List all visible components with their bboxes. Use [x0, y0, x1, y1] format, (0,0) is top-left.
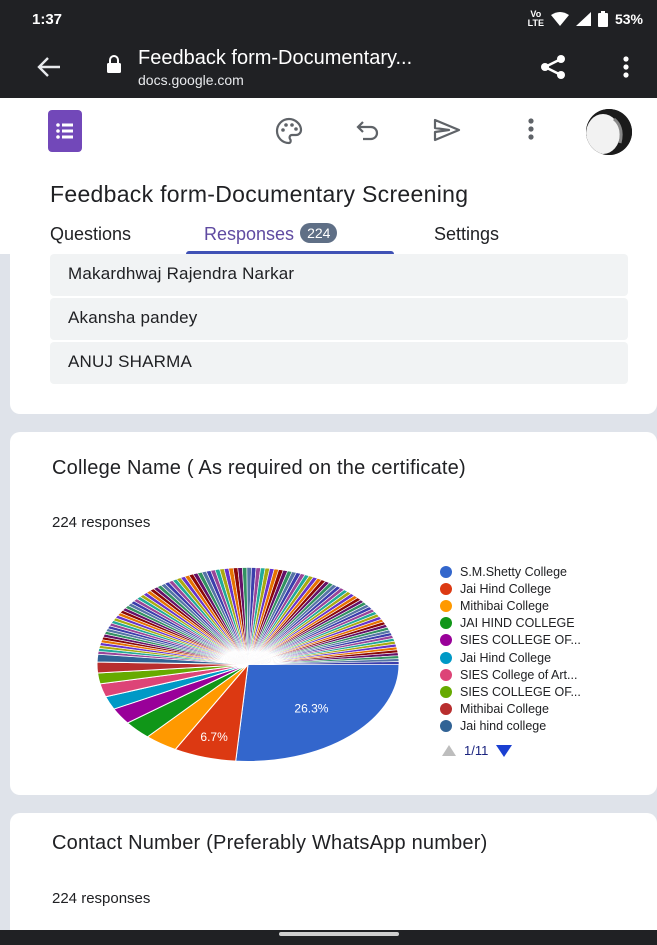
- legend-item: Jai Hind College: [440, 649, 581, 666]
- legend-swatch: [440, 617, 452, 630]
- legend-item: S.M.Shetty College: [440, 563, 581, 580]
- back-arrow-icon[interactable]: [36, 55, 62, 79]
- legend-swatch: [440, 634, 452, 647]
- send-icon[interactable]: [432, 116, 462, 144]
- google-forms-logo-icon[interactable]: [48, 110, 82, 152]
- legend-label: SIES COLLEGE OF...: [460, 633, 581, 648]
- undo-icon[interactable]: [354, 116, 382, 144]
- response-text: Akansha pandey: [68, 308, 198, 327]
- response-count: 224 responses: [52, 514, 151, 531]
- question-title: Contact Number (Preferably WhatsApp numb…: [52, 832, 488, 854]
- tab-settings[interactable]: Settings: [434, 224, 499, 245]
- battery-icon: [597, 11, 608, 27]
- legend-swatch: [440, 720, 452, 733]
- battery-level: 53%: [614, 11, 643, 27]
- more-vert-icon[interactable]: [622, 55, 630, 79]
- contact-number-card: Contact Number (Preferably WhatsApp numb…: [10, 813, 657, 930]
- response-row: Makardhwaj Rajendra Narkar: [50, 254, 628, 296]
- browser-page-title[interactable]: Feedback form-Documentary...: [138, 47, 412, 70]
- signal-icon: [575, 12, 591, 26]
- legend-label: JAI HIND COLLEGE: [460, 616, 575, 631]
- pie-data-label: 6.7%: [200, 730, 228, 744]
- legend-item: JAI HIND COLLEGE: [440, 615, 581, 632]
- form-title: Feedback form-Documentary Screening: [50, 181, 469, 207]
- legend-item: Jai hind college: [440, 718, 581, 735]
- legend-label: Jai Hind College: [460, 650, 552, 665]
- previous-page-icon[interactable]: [442, 745, 456, 756]
- response-count: 224 responses: [52, 890, 151, 907]
- palette-icon[interactable]: [274, 116, 304, 146]
- college-name-card: College Name ( As required on the certif…: [10, 432, 657, 795]
- legend-page-indicator: 1/11: [464, 743, 489, 758]
- legend-item: SIES COLLEGE OF...: [440, 632, 581, 649]
- legend-item: SIES College of Art...: [440, 666, 581, 683]
- status-icons: Vo LTE 53%: [528, 10, 643, 28]
- lock-icon: [107, 55, 121, 73]
- legend-label: SIES COLLEGE OF...: [460, 684, 581, 699]
- question-title: College Name ( As required on the certif…: [52, 457, 466, 479]
- response-text: Makardhwaj Rajendra Narkar: [68, 264, 295, 283]
- response-row: Akansha pandey: [50, 298, 628, 340]
- legend-pager: 1/11: [442, 743, 513, 758]
- legend-item: Mithibai College: [440, 701, 581, 718]
- legend-item: SIES COLLEGE OF...: [440, 683, 581, 700]
- system-nav-bar: [0, 930, 657, 945]
- response-row: ANUJ SHARMA: [50, 342, 628, 384]
- legend-item: Mithibai College: [440, 597, 581, 614]
- chart-legend: S.M.Shetty College Jai Hind College Mithib…: [440, 563, 581, 735]
- more-vert-toolbar-icon[interactable]: [527, 116, 535, 142]
- legend-label: S.M.Shetty College: [460, 564, 567, 579]
- tab-questions[interactable]: Questions: [50, 224, 131, 245]
- legend-label: Jai Hind College: [460, 581, 552, 596]
- legend-label: Jai hind college: [460, 719, 547, 734]
- tab-bar: Questions Responses 224 Settings: [0, 214, 657, 255]
- responses-content[interactable]: Makardhwaj Rajendra Narkar Akansha pande…: [0, 254, 657, 930]
- legend-swatch: [440, 703, 452, 716]
- legend-swatch: [440, 565, 452, 578]
- status-bar: 1:37 Vo LTE 53%: [0, 0, 657, 40]
- status-time: 1:37: [32, 11, 63, 28]
- legend-item: Jai Hind College: [440, 580, 581, 597]
- legend-swatch: [440, 668, 452, 681]
- names-card: Makardhwaj Rajendra Narkar Akansha pande…: [10, 254, 657, 414]
- legend-label: Mithibai College: [460, 702, 549, 717]
- browser-domain[interactable]: docs.google.com: [138, 72, 244, 88]
- avatar[interactable]: [586, 109, 632, 155]
- legend-label: SIES College of Art...: [460, 667, 578, 682]
- legend-swatch: [440, 651, 452, 664]
- pie-chart: 26.3% 6.7%: [96, 566, 400, 763]
- share-icon[interactable]: [540, 54, 566, 80]
- responses-count-badge: 224: [300, 223, 338, 243]
- pie-data-label: 26.3%: [294, 702, 328, 716]
- legend-swatch: [440, 582, 452, 595]
- tab-responses[interactable]: Responses 224: [204, 223, 338, 245]
- legend-label: Mithibai College: [460, 598, 549, 613]
- next-page-icon[interactable]: [496, 744, 513, 757]
- forms-toolbar: [0, 98, 657, 166]
- volte-icon: Vo LTE: [527, 9, 544, 28]
- browser-url-bar: Feedback form-Documentary... docs.google…: [0, 40, 657, 98]
- home-gesture-handle[interactable]: [279, 932, 399, 936]
- response-text: ANUJ SHARMA: [68, 352, 193, 371]
- legend-swatch: [440, 685, 452, 698]
- legend-swatch: [440, 599, 452, 612]
- tab-responses-label: Responses: [204, 224, 295, 244]
- wifi-icon: [550, 12, 569, 26]
